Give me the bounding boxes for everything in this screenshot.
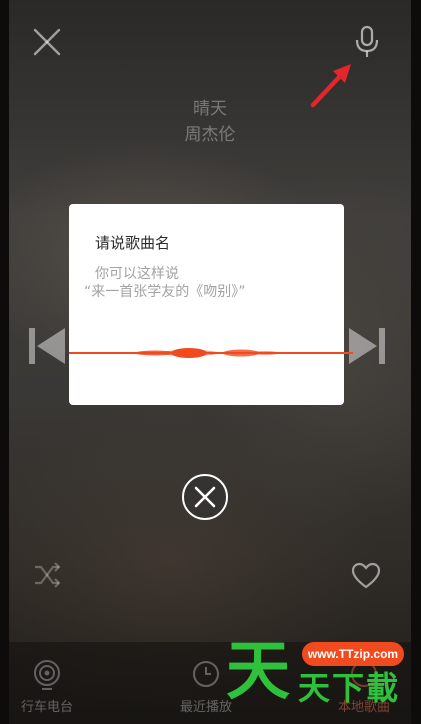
cancel-voice-button[interactable] bbox=[182, 474, 228, 520]
dialog-hint-line1: 你可以这样说 bbox=[95, 266, 179, 282]
heart-icon[interactable] bbox=[351, 562, 381, 590]
site-watermark: 天 www.TTzip.com 天下載 bbox=[222, 628, 412, 724]
tab-car-radio[interactable]: 行车电台 bbox=[9, 660, 92, 715]
dialog-title: 请说歌曲名 bbox=[95, 234, 171, 252]
close-icon[interactable] bbox=[31, 26, 63, 58]
shuffle-icon[interactable] bbox=[33, 562, 61, 588]
player-screen: 晴天 周杰伦 请说歌曲名 你可以这样说 “来一首张学友的《吻别》” 行车电台 最… bbox=[9, 0, 411, 724]
previous-track-icon[interactable] bbox=[25, 322, 69, 370]
watermark-big-char: 天 bbox=[226, 635, 290, 709]
next-track-icon[interactable] bbox=[345, 322, 389, 370]
voice-search-dialog: 请说歌曲名 你可以这样说 “来一首张学友的《吻别》” bbox=[69, 204, 344, 405]
watermark-url: www.TTzip.com bbox=[302, 642, 404, 666]
artist-name: 周杰伦 bbox=[184, 125, 236, 145]
dialog-hint-line2: “来一首张学友的《吻别》” bbox=[84, 284, 246, 300]
microphone-icon[interactable] bbox=[353, 24, 381, 60]
voice-waveform bbox=[69, 348, 353, 358]
close-circle-icon bbox=[194, 486, 216, 508]
clock-note-icon bbox=[193, 661, 219, 687]
watermark-small-chars: 天下載 bbox=[298, 669, 401, 707]
song-title: 晴天 bbox=[193, 99, 227, 119]
tab-label: 行车电台 bbox=[20, 700, 73, 715]
radio-icon bbox=[34, 660, 60, 690]
